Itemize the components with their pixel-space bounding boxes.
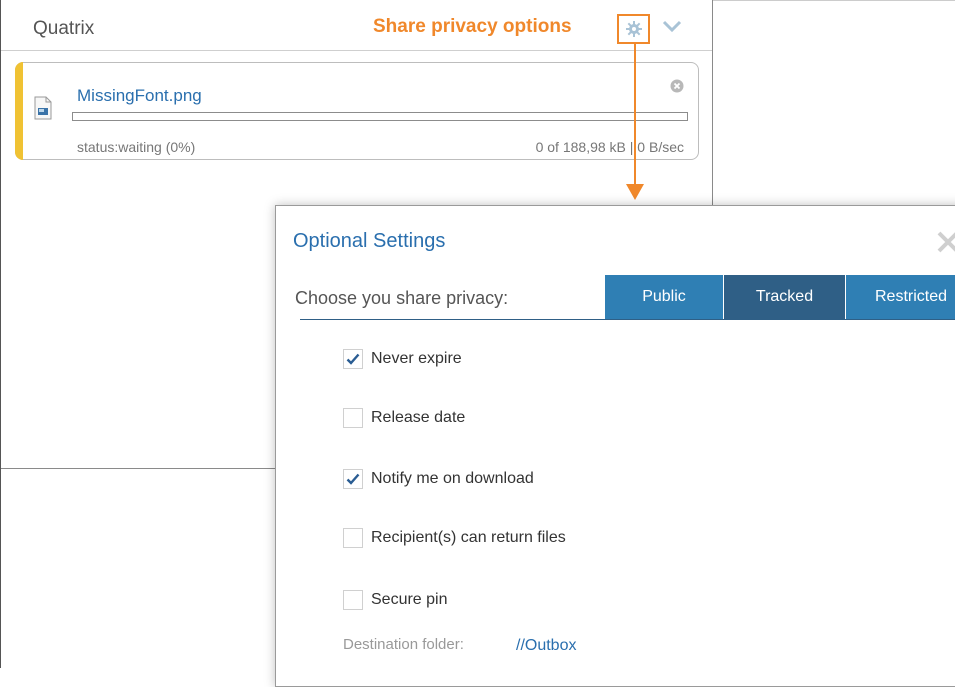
share-privacy-settings-button[interactable]: [617, 14, 650, 44]
option-secure-pin[interactable]: Secure pin: [343, 589, 448, 611]
file-name[interactable]: MissingFont.png: [77, 86, 202, 106]
image-file-icon: [34, 96, 52, 120]
tab-restricted[interactable]: Restricted: [845, 275, 955, 319]
checkbox-secure-pin[interactable]: [343, 590, 363, 610]
upload-file-card: MissingFont.png status:waiting (0%) 0 of…: [15, 62, 699, 160]
privacy-prompt: Choose you share privacy:: [295, 288, 509, 308]
page-border-left: [0, 0, 1, 668]
dialog-title: Optional Settings: [293, 230, 446, 252]
option-never-expire[interactable]: Never expire: [343, 348, 462, 370]
checkbox-notify-on-download[interactable]: [343, 469, 363, 489]
annotation-label: Share privacy options: [373, 16, 572, 37]
option-label: Never expire: [371, 350, 462, 367]
checkbox-release-date[interactable]: [343, 408, 363, 428]
chevron-down-icon[interactable]: [662, 19, 682, 33]
option-recipients-return-files[interactable]: Recipient(s) can return files: [343, 527, 566, 549]
destination-folder-link[interactable]: //Outbox: [516, 637, 576, 655]
option-label: Notify me on download: [371, 470, 534, 487]
annotation-arrow: [626, 44, 644, 200]
tab-public[interactable]: Public: [604, 275, 723, 319]
optional-settings-dialog: Optional Settings Choose you share priva…: [275, 205, 955, 687]
remove-file-icon[interactable]: [670, 79, 684, 93]
close-icon[interactable]: [936, 230, 955, 254]
checkmark-icon: [346, 473, 360, 485]
tab-tracked[interactable]: Tracked: [723, 275, 845, 319]
upload-status: status:waiting (0%): [77, 139, 196, 155]
checkbox-never-expire[interactable]: [343, 349, 363, 369]
option-label: Release date: [371, 409, 466, 426]
privacy-divider: [300, 319, 955, 320]
destination-folder-label: Destination folder:: [343, 636, 464, 653]
option-release-date[interactable]: Release date: [343, 407, 465, 429]
upload-size-speed: 0 of 188,98 kB | 0 B/sec: [535, 139, 684, 155]
option-label: Recipient(s) can return files: [371, 529, 566, 546]
file-status-accent: [15, 62, 23, 160]
upload-progress-bar: [72, 112, 688, 121]
header-divider: [0, 50, 712, 51]
option-label: Secure pin: [371, 591, 448, 608]
gear-icon: [626, 21, 642, 37]
checkmark-icon: [346, 353, 360, 365]
widget-title: Quatrix: [33, 18, 95, 39]
checkbox-recipients-return-files[interactable]: [343, 528, 363, 548]
option-notify-on-download[interactable]: Notify me on download: [343, 468, 534, 490]
